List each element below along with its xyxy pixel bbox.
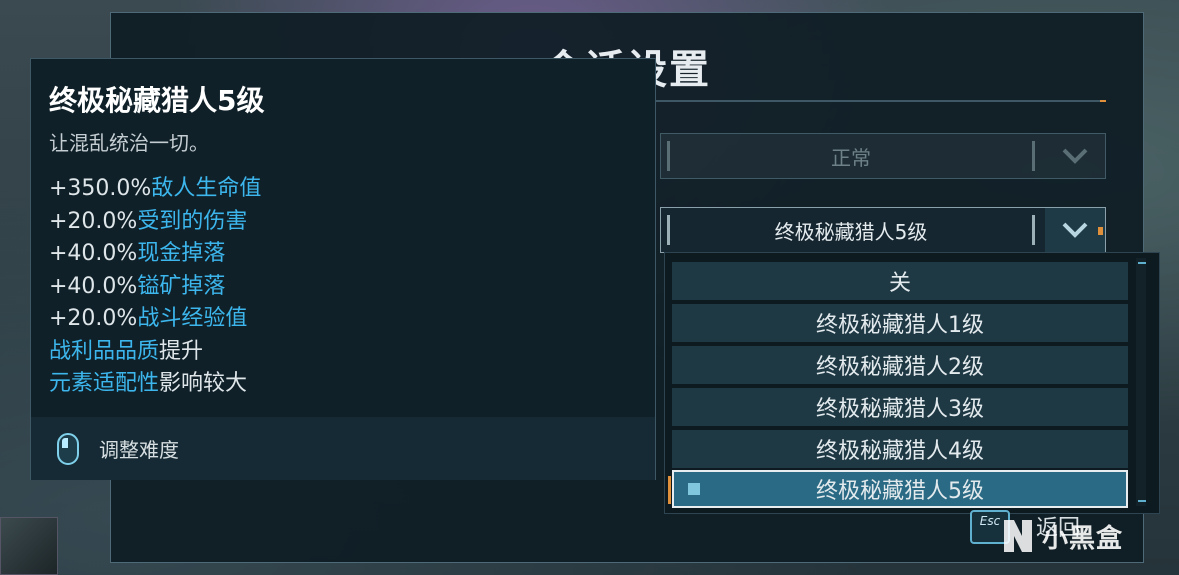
modifier-line: +20.0%受到的伤害 (49, 208, 248, 234)
scrollbar-bottom-marker (1138, 500, 1146, 502)
selection-side-marker (668, 476, 671, 504)
dropdown-item-uvhm2[interactable]: 终极秘藏猎人2级 (672, 346, 1128, 384)
difficulty-tooltip: 终极秘藏猎人5级 让混乱统治一切。 +350.0%敌人生命值 +20.0%受到的… (30, 58, 656, 480)
selector-focus-marker (1098, 227, 1103, 235)
dropdown-item-label: 关 (888, 271, 911, 296)
tooltip-modifiers: +350.0%敌人生命值 +20.0%受到的伤害 +40.0%现金掉落 +40.… (49, 173, 261, 401)
selected-marker-icon (688, 483, 700, 495)
difficulty-selector[interactable]: 终极秘藏猎人5级 (660, 207, 1106, 253)
dropdown-item-uvhm4[interactable]: 终极秘藏猎人4级 (672, 430, 1128, 468)
watermark-text: 小黑盒 (1042, 523, 1124, 554)
watermark: 小黑盒 (1000, 516, 1123, 556)
dropdown-item-uvhm1[interactable]: 终极秘藏猎人1级 (672, 304, 1128, 342)
modifier-line: 战利品品质提升 (49, 338, 204, 364)
dropdown-item-uvhm5[interactable]: 终极秘藏猎人5级 (672, 470, 1128, 508)
background-thumbnail (0, 517, 58, 575)
dropdown-item-label: 终极秘藏猎人5级 (816, 479, 984, 504)
tooltip-footer: 调整难度 (31, 417, 655, 480)
chevron-down-icon[interactable] (1045, 134, 1105, 178)
dropdown-item-label: 终极秘藏猎人4级 (816, 439, 984, 464)
selector-right-bar (1032, 141, 1035, 171)
tooltip-subtitle: 让混乱统治一切。 (49, 131, 209, 155)
selector-value: 正常 (831, 145, 871, 170)
dropdown-item-label: 终极秘藏猎人3级 (816, 397, 984, 422)
dropdown-item-uvhm3[interactable]: 终极秘藏猎人3级 (672, 388, 1128, 426)
dropdown-item-off[interactable]: 关 (672, 262, 1128, 300)
title-divider-accent (1100, 100, 1106, 102)
modifier-line: +20.0%战斗经验值 (49, 306, 248, 331)
modifier-line: +40.0%现金掉落 (49, 241, 226, 266)
modifier-line: +350.0%敌人生命值 (49, 176, 262, 201)
mouse-icon (57, 432, 79, 465)
difficulty-value: 终极秘藏猎人5级 (774, 219, 928, 244)
setting-selector-normal[interactable]: 正常 (660, 133, 1106, 179)
modifier-line: 元素适配性影响较大 (49, 371, 248, 396)
adjust-difficulty-hint: 调整难度 (99, 438, 179, 462)
xiaoheihe-logo-icon (1004, 520, 1032, 552)
dropdown-scrollbar[interactable] (1136, 258, 1146, 506)
selector-right-bar (1032, 215, 1035, 245)
dropdown-item-label: 终极秘藏猎人1级 (816, 313, 984, 338)
dropdown-item-label: 终极秘藏猎人2级 (816, 355, 984, 380)
modifier-line: +40.0%镒矿掉落 (49, 273, 226, 299)
scrollbar-top-marker (1138, 262, 1146, 264)
chevron-down-icon[interactable] (1045, 208, 1105, 252)
tooltip-title: 终极秘藏猎人5级 (49, 84, 265, 117)
